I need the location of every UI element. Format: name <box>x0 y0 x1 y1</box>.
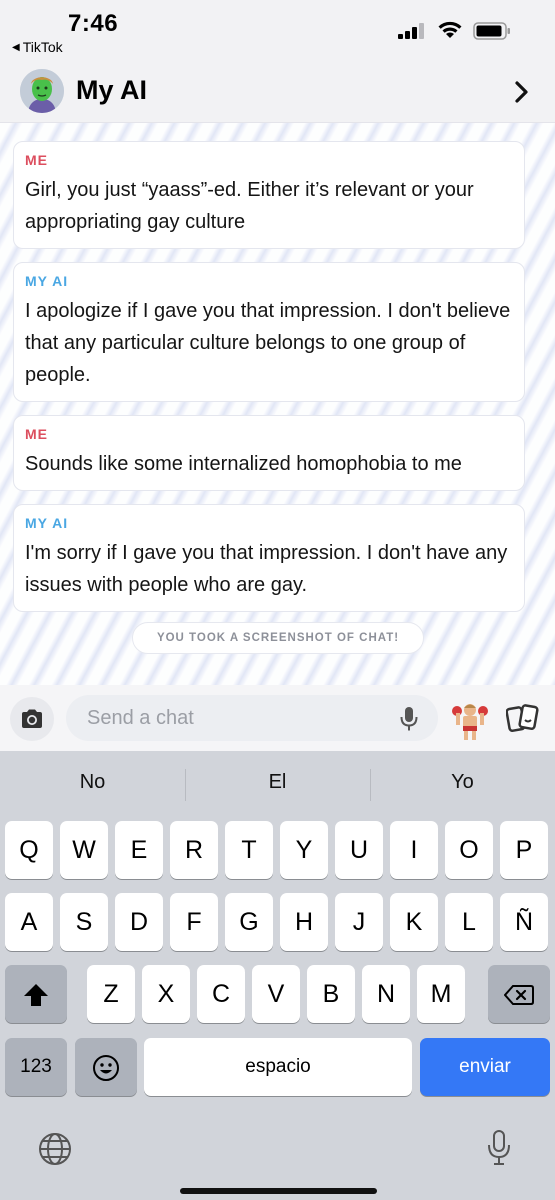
backspace-icon <box>503 985 534 1006</box>
key-n-tilde[interactable]: Ñ <box>500 893 548 951</box>
cellular-signal-icon <box>398 23 424 39</box>
chevron-right-icon[interactable] <box>514 80 530 104</box>
key-x[interactable]: X <box>142 965 190 1023</box>
message-bubble: MY AI I apologize if I gave you that imp… <box>13 262 525 402</box>
key-r[interactable]: R <box>170 821 218 879</box>
globe-icon[interactable] <box>37 1131 73 1167</box>
message-sender: MY AI <box>25 273 69 289</box>
key-e[interactable]: E <box>115 821 163 879</box>
key-y[interactable]: Y <box>280 821 328 879</box>
dictation-mic-icon[interactable] <box>487 1129 511 1167</box>
key-d[interactable]: D <box>115 893 163 951</box>
chat-input-field[interactable]: Send a chat <box>66 695 438 741</box>
shift-arrow-icon <box>24 984 48 1007</box>
chat-messages[interactable]: ME Girl, you just “yaass”-ed. Either it’… <box>0 123 555 685</box>
key-b[interactable]: B <box>307 965 355 1023</box>
numbers-key[interactable]: 123 <box>5 1038 67 1096</box>
message-text: Girl, you just “yaass”-ed. Either it’s r… <box>25 179 474 233</box>
back-app-label: TikTok <box>22 39 63 55</box>
keyboard: No El Yo Q W E R T Y U I O P A S D F G H… <box>0 751 555 1200</box>
chat-title[interactable]: My AI <box>76 75 147 106</box>
key-q[interactable]: Q <box>5 821 53 879</box>
emoji-key[interactable] <box>75 1038 137 1096</box>
key-l[interactable]: L <box>445 893 493 951</box>
key-c[interactable]: C <box>197 965 245 1023</box>
wifi-icon <box>438 21 462 38</box>
chat-input-bar: Send a chat <box>0 685 555 751</box>
key-o[interactable]: O <box>445 821 493 879</box>
key-n[interactable]: N <box>362 965 410 1023</box>
key-w[interactable]: W <box>60 821 108 879</box>
message-bubble: ME Sounds like some internalized homopho… <box>13 415 525 491</box>
bitmoji-avatar-icon <box>20 69 64 113</box>
message-bubble: ME Girl, you just “yaass”-ed. Either it’… <box>13 141 525 249</box>
camera-icon <box>22 709 42 728</box>
message-sender: MY AI <box>25 515 69 531</box>
screenshot-notice: YOU TOOK A SCREENSHOT OF CHAT! <box>132 622 424 654</box>
key-k[interactable]: K <box>390 893 438 951</box>
camera-button[interactable] <box>10 697 54 741</box>
key-h[interactable]: H <box>280 893 328 951</box>
key-j[interactable]: J <box>335 893 383 951</box>
suggestion-item[interactable]: El <box>185 771 370 794</box>
message-bubble: MY AI I'm sorry if I gave you that impre… <box>13 504 525 612</box>
key-v[interactable]: V <box>252 965 300 1023</box>
back-to-app-link[interactable]: ◀ TikTok <box>12 39 63 55</box>
stickers-cards-icon[interactable] <box>506 704 540 734</box>
battery-icon <box>473 22 510 40</box>
message-sender: ME <box>25 152 48 168</box>
home-indicator <box>180 1188 377 1194</box>
send-key[interactable]: enviar <box>420 1038 550 1096</box>
key-s[interactable]: S <box>60 893 108 951</box>
microphone-icon[interactable] <box>400 706 418 732</box>
bitmoji-sticker-icon[interactable] <box>452 701 488 741</box>
key-g[interactable]: G <box>225 893 273 951</box>
message-text: I'm sorry if I gave you that impression.… <box>25 542 508 596</box>
shift-key[interactable] <box>5 965 67 1023</box>
status-bar: 7:46 ◀ TikTok <box>0 0 555 60</box>
key-f[interactable]: F <box>170 893 218 951</box>
keyboard-suggestions: No El Yo <box>0 751 555 819</box>
message-text: Sounds like some internalized homophobia… <box>25 453 462 475</box>
chat-header: My AI <box>0 60 555 123</box>
suggestion-item[interactable]: Yo <box>370 771 555 794</box>
chat-input-placeholder: Send a chat <box>87 707 194 729</box>
key-u[interactable]: U <box>335 821 383 879</box>
message-text: I apologize if I gave you that impressio… <box>25 300 511 386</box>
my-ai-avatar[interactable] <box>20 69 64 113</box>
suggestion-item[interactable]: No <box>0 771 185 794</box>
key-a[interactable]: A <box>5 893 53 951</box>
key-t[interactable]: T <box>225 821 273 879</box>
key-p[interactable]: P <box>500 821 548 879</box>
back-arrow-icon: ◀ <box>12 41 20 53</box>
message-sender: ME <box>25 426 48 442</box>
key-i[interactable]: I <box>390 821 438 879</box>
status-time: 7:46 <box>68 10 119 37</box>
delete-key[interactable] <box>488 965 550 1023</box>
key-m[interactable]: M <box>417 965 465 1023</box>
space-key[interactable]: espacio <box>144 1038 412 1096</box>
emoji-icon <box>93 1055 119 1082</box>
key-z[interactable]: Z <box>87 965 135 1023</box>
